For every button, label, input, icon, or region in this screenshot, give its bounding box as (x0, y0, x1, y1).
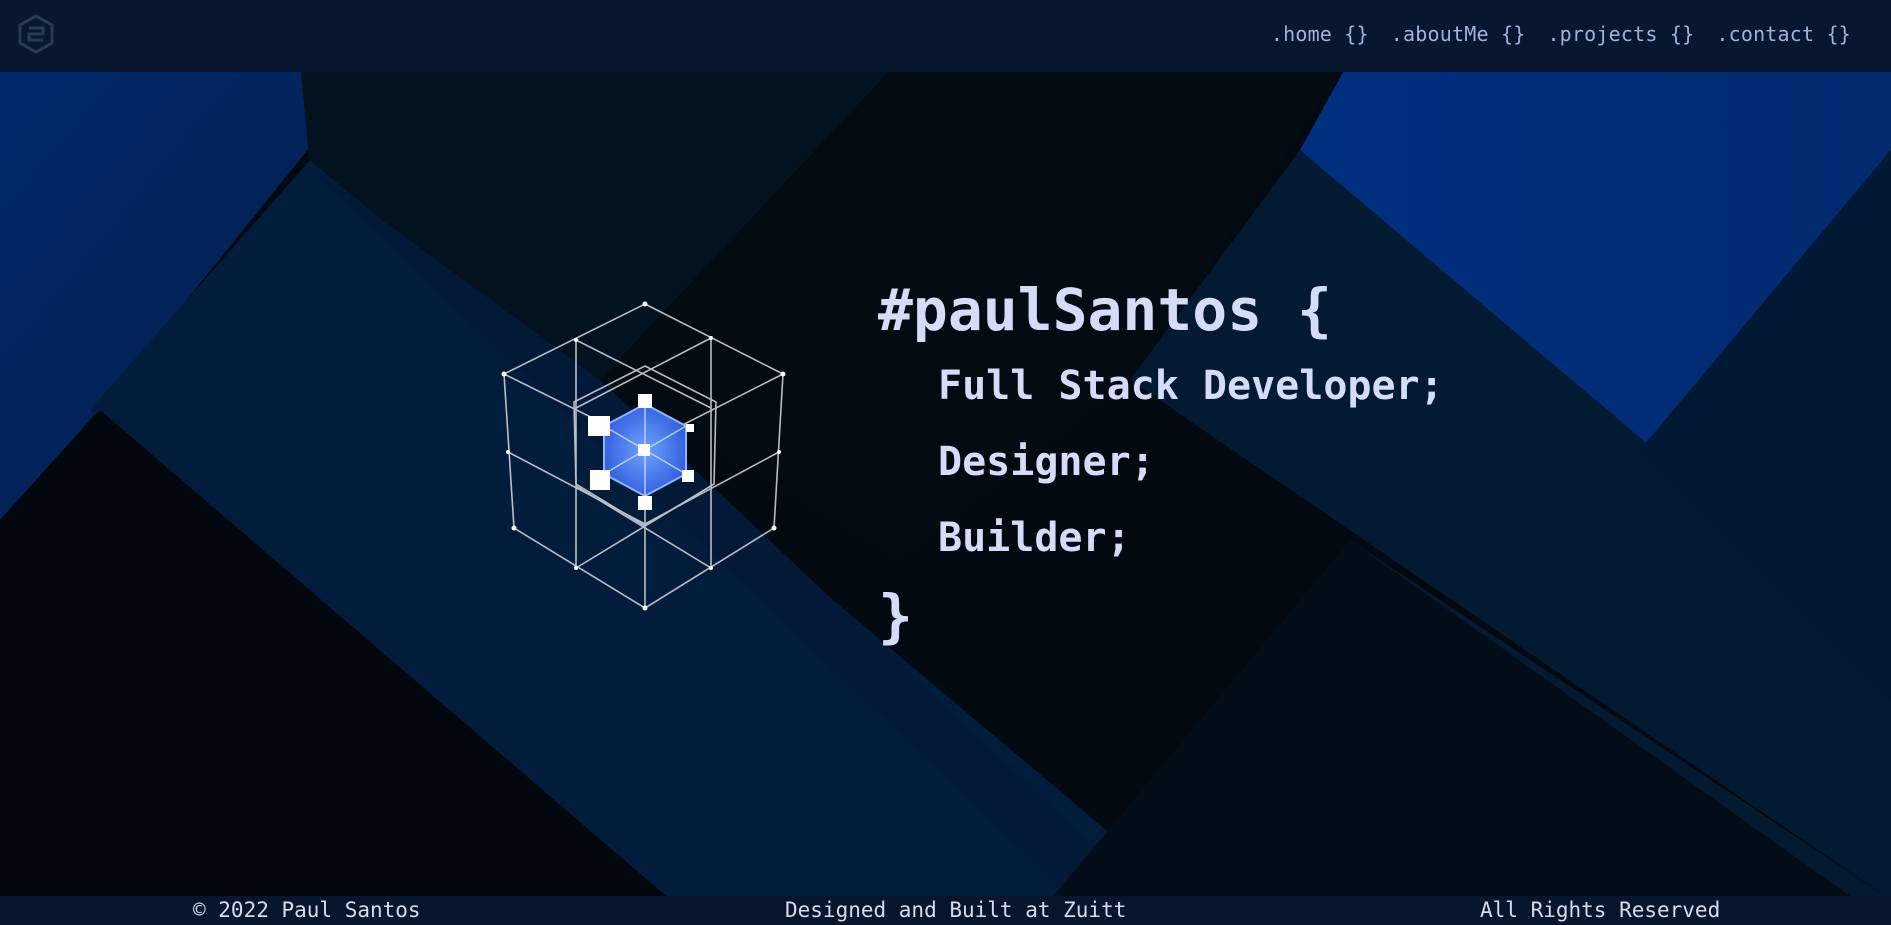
logo-icon[interactable] (16, 14, 56, 54)
footer: © 2022 Paul Santos Designed and Built at… (0, 896, 1891, 925)
hero-role-2: Designer; (938, 439, 1155, 485)
hero-role-3: Builder; (938, 515, 1131, 561)
hero-code-block: #paulSantos { Full Stack Developer; Desi… (878, 272, 1444, 656)
footer-credit: Designed and Built at Zuitt (785, 898, 1127, 922)
top-navigation-bar: .home {} .aboutMe {} .projects {} .conta… (0, 0, 1891, 72)
hero-role-1: Full Stack Developer; (938, 363, 1444, 409)
nav-home[interactable]: .home {} (1271, 22, 1369, 46)
wireframe-cube-icon (501, 301, 786, 611)
nav-projects[interactable]: .projects {} (1547, 22, 1694, 46)
footer-copyright: © 2022 Paul Santos (193, 898, 421, 922)
main-nav: .home {} .aboutMe {} .projects {} .conta… (1271, 22, 1851, 46)
hero-title: #paulSantos { (878, 276, 1332, 344)
page: .home {} .aboutMe {} .projects {} .conta… (0, 0, 1891, 925)
hero-closing-brace: } (878, 582, 913, 650)
nav-about-me[interactable]: .aboutMe {} (1391, 22, 1526, 46)
footer-rights: All Rights Reserved (1480, 898, 1721, 922)
nav-contact[interactable]: .contact {} (1716, 22, 1851, 46)
